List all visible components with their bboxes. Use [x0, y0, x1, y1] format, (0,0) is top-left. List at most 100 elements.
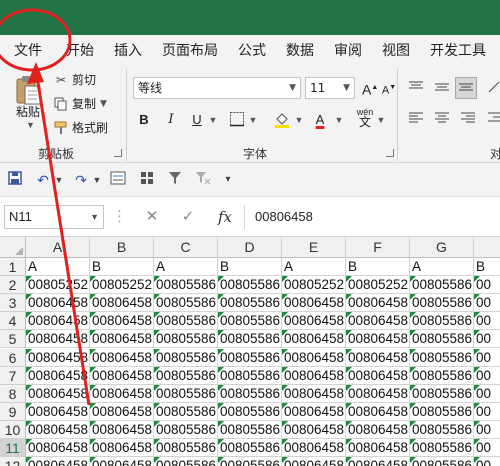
- table-cell[interactable]: 00805252: [26, 276, 90, 295]
- table-cell[interactable]: 00805586: [218, 330, 282, 349]
- table-cell[interactable]: 00: [474, 348, 500, 367]
- table-cell[interactable]: 00: [474, 276, 500, 295]
- column-header[interactable]: [474, 237, 500, 258]
- table-cell[interactable]: 00806458: [282, 330, 346, 349]
- table-cell[interactable]: 00806458: [346, 402, 410, 421]
- paste-dropdown-icon[interactable]: ▼: [26, 120, 35, 130]
- underline-button[interactable]: U: [190, 111, 204, 129]
- row-header[interactable]: 9: [0, 402, 26, 421]
- table-cell[interactable]: 00806458: [90, 439, 154, 457]
- table-cell[interactable]: 00805586: [154, 312, 218, 331]
- table-cell[interactable]: 00805252: [346, 276, 410, 295]
- table-cell[interactable]: 00805586: [410, 439, 474, 457]
- undo-button[interactable]: ↶: [34, 171, 52, 189]
- table-cell[interactable]: 00805586: [410, 366, 474, 385]
- table-cell[interactable]: 00805586: [410, 402, 474, 421]
- table-cell[interactable]: 00806458: [282, 384, 346, 403]
- table-cell[interactable]: 00806458: [90, 457, 154, 466]
- table-cell[interactable]: 00806458: [90, 402, 154, 421]
- spreadsheet-grid[interactable]: A B C D E F G 1 A B A B A B A B 2 00805252 00805252 0080558…: [0, 237, 500, 466]
- table-cell[interactable]: 00806458: [26, 366, 90, 385]
- table-cell[interactable]: 00805586: [410, 457, 474, 466]
- table-cell[interactable]: 00805586: [154, 348, 218, 367]
- column-header[interactable]: D: [218, 237, 282, 258]
- shrink-font-button[interactable]: A▼: [381, 79, 397, 97]
- table-cell[interactable]: 00805586: [154, 384, 218, 403]
- table-cell[interactable]: 00806458: [346, 294, 410, 313]
- tab-developer[interactable]: 开发工具: [430, 40, 486, 60]
- column-header[interactable]: G: [410, 237, 474, 258]
- table-cell[interactable]: 00806458: [90, 330, 154, 349]
- row-header[interactable]: 2: [0, 276, 26, 295]
- table-cell[interactable]: 00805586: [218, 312, 282, 331]
- table-cell[interactable]: B: [90, 258, 154, 276]
- align-right-button[interactable]: [460, 111, 476, 129]
- redo-button[interactable]: ↷: [72, 171, 90, 189]
- name-box[interactable]: N11 ▼: [4, 205, 104, 229]
- table-cell[interactable]: 00806458: [346, 348, 410, 367]
- table-cell[interactable]: 00: [474, 294, 500, 313]
- tab-page-layout[interactable]: 页面布局: [162, 40, 218, 60]
- table-cell[interactable]: 00806458: [26, 420, 90, 439]
- clear-filter-button[interactable]: [194, 171, 212, 189]
- table-cell[interactable]: 00805586: [218, 457, 282, 466]
- redo-dropdown-icon[interactable]: ▼: [92, 171, 102, 189]
- copy-button[interactable]: 复制 ▼: [54, 95, 107, 112]
- table-cell[interactable]: 00806458: [26, 384, 90, 403]
- table-cell[interactable]: 00806458: [90, 348, 154, 367]
- table-cell[interactable]: 00806458: [346, 457, 410, 466]
- table-cell[interactable]: 00806458: [346, 384, 410, 403]
- fill-color-dropdown-icon[interactable]: ▼: [294, 111, 304, 129]
- table-cell[interactable]: 00806458: [26, 312, 90, 331]
- table-cell[interactable]: 00805586: [410, 330, 474, 349]
- filter-button[interactable]: [166, 171, 184, 189]
- table-cell[interactable]: 00805586: [410, 384, 474, 403]
- table-cell[interactable]: B: [346, 258, 410, 276]
- table-cell[interactable]: 00806458: [346, 439, 410, 457]
- table-cell[interactable]: 00805586: [218, 294, 282, 313]
- borders-dropdown-icon[interactable]: ▼: [248, 111, 258, 129]
- formula-input[interactable]: 00806458: [244, 205, 500, 229]
- column-header[interactable]: F: [346, 237, 410, 258]
- table-cell[interactable]: 00: [474, 384, 500, 403]
- row-header[interactable]: 3: [0, 294, 26, 313]
- table-cell[interactable]: 00806458: [90, 294, 154, 313]
- borders-button[interactable]: [228, 111, 246, 129]
- table-cell[interactable]: 00805586: [154, 294, 218, 313]
- table-cell[interactable]: 00806458: [26, 402, 90, 421]
- table-cell[interactable]: 00806458: [282, 457, 346, 466]
- align-left-button[interactable]: [408, 111, 424, 129]
- column-header[interactable]: C: [154, 237, 218, 258]
- table-cell[interactable]: 00806458: [26, 439, 90, 457]
- table-cell[interactable]: 00805252: [90, 276, 154, 295]
- row-header[interactable]: 11: [0, 439, 26, 457]
- enter-icon[interactable]: ✓: [178, 205, 198, 229]
- paste-button[interactable]: [15, 74, 43, 106]
- table-cell[interactable]: 00806458: [282, 348, 346, 367]
- table-cell[interactable]: 00805586: [154, 366, 218, 385]
- table-cell[interactable]: 00806458: [90, 366, 154, 385]
- table-cell[interactable]: 00805586: [154, 402, 218, 421]
- copy-dropdown-icon[interactable]: ▼: [100, 99, 107, 109]
- font-launcher-icon[interactable]: [386, 149, 394, 157]
- table-cell[interactable]: 00806458: [26, 348, 90, 367]
- fill-color-button[interactable]: [272, 111, 292, 129]
- orientation-button[interactable]: [486, 80, 500, 98]
- clipboard-launcher-icon[interactable]: [114, 149, 122, 157]
- row-header[interactable]: 4: [0, 312, 26, 331]
- font-size-select[interactable]: 11 ▼: [305, 77, 355, 99]
- row-header[interactable]: 5: [0, 330, 26, 349]
- table-cell[interactable]: A: [26, 258, 90, 276]
- table-cell[interactable]: 00805586: [218, 402, 282, 421]
- column-header[interactable]: B: [90, 237, 154, 258]
- align-top-button[interactable]: [408, 80, 424, 98]
- table-cell[interactable]: 00806458: [282, 294, 346, 313]
- table-cell[interactable]: 00806458: [90, 312, 154, 331]
- row-header[interactable]: 8: [0, 384, 26, 403]
- table-cell[interactable]: 00805586: [410, 312, 474, 331]
- align-center-button[interactable]: [434, 111, 450, 129]
- table-cell[interactable]: 00806458: [346, 312, 410, 331]
- table-cell[interactable]: 00: [474, 312, 500, 331]
- table-cell[interactable]: 00806458: [90, 420, 154, 439]
- tab-view[interactable]: 视图: [382, 40, 410, 60]
